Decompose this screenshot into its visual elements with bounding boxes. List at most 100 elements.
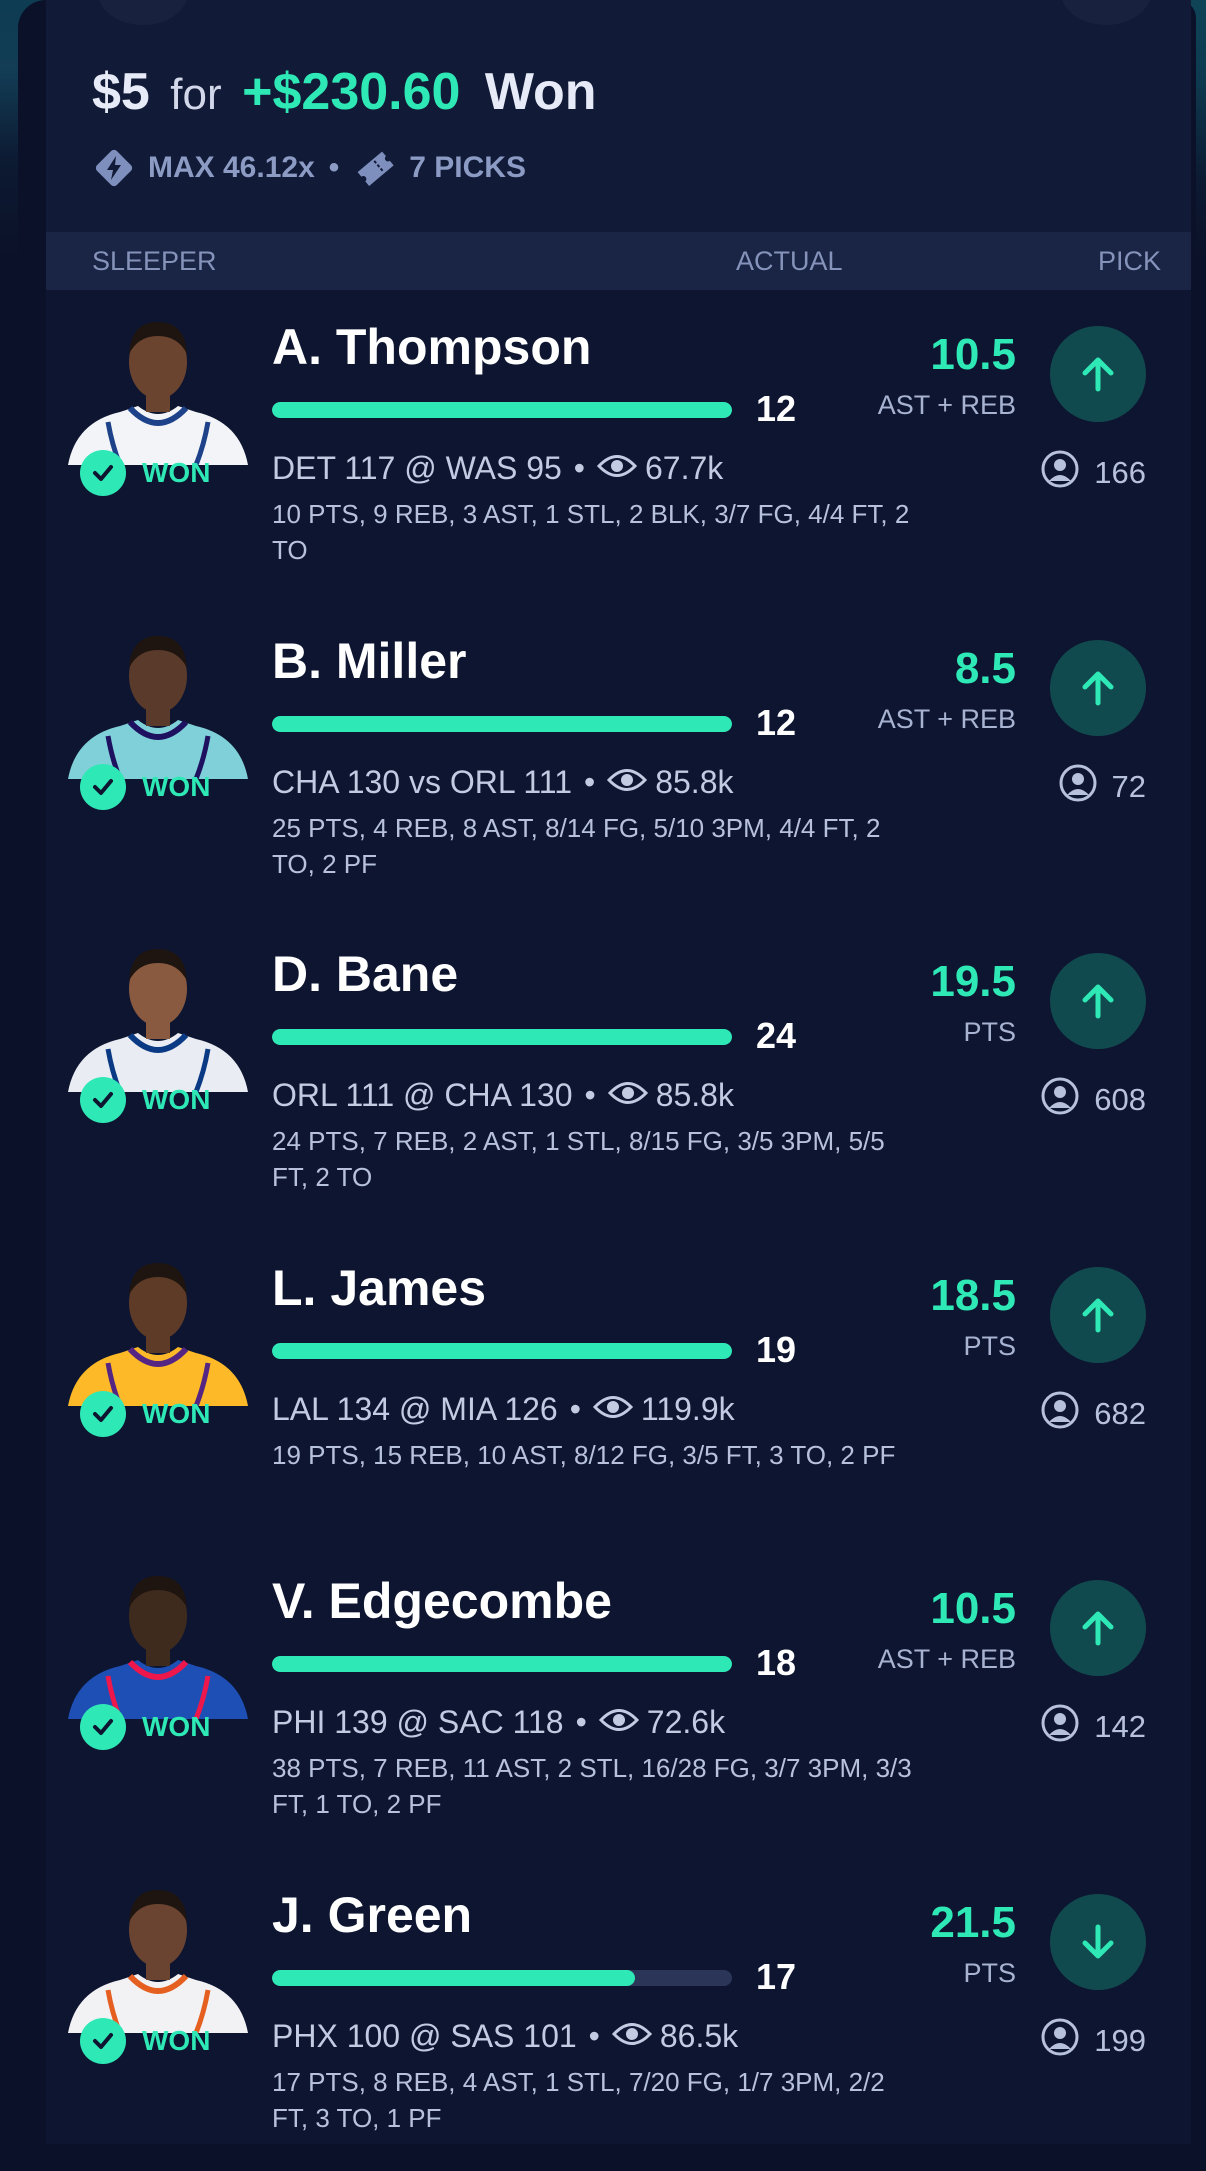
entry-summary-header: $5 for +$230.60 Won MAX 46.12x • 7 PICKS <box>46 0 1191 232</box>
check-icon <box>80 450 126 496</box>
view-count: 86.5k <box>659 2017 739 2054</box>
result-badge: WON <box>80 1075 210 1125</box>
stake-amount: $5 <box>92 63 150 121</box>
progress-bar <box>272 1969 732 1986</box>
separator-dot: • <box>573 450 585 486</box>
actual-value: 18 <box>756 1642 797 1683</box>
separator-dot: • <box>584 763 596 800</box>
box-score: 19 PTS, 15 REB, 10 AST, 8/12 FG, 3/5 FT,… <box>272 1439 896 1470</box>
pickers-count: 682 <box>1040 1389 1146 1439</box>
separator-dot: • <box>569 1390 581 1427</box>
pickers-value: 608 <box>1094 1082 1146 1117</box>
player-name[interactable]: L. James <box>272 1259 486 1317</box>
eye-icon <box>598 1704 639 1741</box>
pick-row[interactable]: WON B. Miller 12 8.5 AST + REB CHA 130 vs ORL… <box>46 604 1191 917</box>
result-badge: WON <box>80 1389 210 1439</box>
player-photo <box>68 1251 248 1407</box>
pickers-value: 72 <box>1111 768 1146 804</box>
game-info: PHX 100 @ SAS 101 • 86.5k <box>272 2018 738 2055</box>
user-icon <box>1040 1076 1094 1124</box>
column-header: SLEEPER ACTUAL PICK <box>46 232 1191 290</box>
player-name[interactable]: A. Thompson <box>272 318 591 376</box>
pick-row[interactable]: WON J. Green 17 21.5 PTS PHX 100 @ SAS 101 • 86… <box>46 1858 1191 2171</box>
arrow-up-icon[interactable] <box>1050 1266 1146 1363</box>
game-score: LAL 134 @ MIA 126 <box>272 1390 558 1427</box>
eye-icon <box>607 1077 648 1114</box>
separator-dot: • <box>575 1704 587 1740</box>
ticket-icon <box>357 151 394 186</box>
arrow-up-icon[interactable] <box>1050 326 1146 422</box>
eye-icon <box>611 2018 652 2055</box>
game-info: DET 117 @ WAS 95 • 67.7k <box>272 450 723 487</box>
player-name[interactable]: J. Green <box>272 1886 472 1944</box>
stat-type: PTS <box>963 1017 1016 1047</box>
pickers-count: 608 <box>1040 1075 1146 1125</box>
result-label: WON <box>142 770 211 802</box>
progress-bar <box>272 715 732 732</box>
stat-type: PTS <box>963 1957 1016 1988</box>
progress-fill <box>272 1029 732 1045</box>
stat-type: AST + REB <box>877 390 1016 420</box>
game-score: ORL 111 @ CHA 130 <box>272 1077 573 1113</box>
player-name[interactable]: B. Miller <box>272 632 466 690</box>
for-word: for <box>170 70 222 119</box>
eye-icon <box>607 764 648 801</box>
background-edge-left <box>0 0 46 2144</box>
progress-bar <box>272 1029 732 1045</box>
game-score: PHX 100 @ SAS 101 <box>272 2017 577 2054</box>
arrow-up-icon[interactable] <box>1050 1580 1146 1676</box>
pick-line: 8.5 <box>954 643 1016 693</box>
player-photo <box>68 1564 248 1720</box>
eye-icon <box>596 450 638 487</box>
pick-row[interactable]: WON V. Edgecombe 18 10.5 AST + REB PHI 139 @ … <box>46 1544 1191 1857</box>
check-icon <box>80 1390 126 1437</box>
box-score: 10 PTS, 9 REB, 3 AST, 1 STL, 2 BLK, 3/7 … <box>272 499 910 565</box>
result-badge: WON <box>80 448 210 498</box>
check-icon <box>80 1704 126 1750</box>
view-count: 85.8k <box>655 763 734 800</box>
winnings-amount: +$230.60 <box>242 63 461 121</box>
player-name[interactable]: D. Bane <box>272 945 458 1003</box>
player-name[interactable]: V. Edgecombe <box>272 1572 612 1630</box>
pickers-value: 166 <box>1094 455 1146 490</box>
pickers-count: 142 <box>1040 1702 1146 1752</box>
arrow-up-icon[interactable] <box>1050 953 1146 1049</box>
pick-row[interactable]: WON A. Thompson 12 10.5 AST + REB DET 117 @ W… <box>46 290 1191 603</box>
arrow-down-icon[interactable] <box>1050 1893 1146 1990</box>
view-count: 119.9k <box>640 1390 735 1427</box>
pick-row[interactable]: WON L. James 19 18.5 PTS LAL 134 @ MIA 126 • 11… <box>46 1231 1191 1544</box>
separator-dot: • <box>584 1077 596 1113</box>
back-button[interactable] <box>98 0 188 25</box>
user-icon <box>1040 1390 1094 1438</box>
pick-line: 10.5 <box>930 1584 1016 1633</box>
arrow-up-icon[interactable] <box>1050 639 1146 736</box>
result-badge: WON <box>80 762 210 812</box>
player-photo <box>68 624 248 780</box>
entry-status: Won <box>484 63 597 121</box>
check-icon <box>80 2017 126 2064</box>
check-icon <box>80 1077 126 1123</box>
progress-bar <box>272 402 732 418</box>
view-count: 72.6k <box>646 1704 726 1740</box>
result-label: WON <box>142 2024 211 2056</box>
pick-line: 18.5 <box>930 1270 1016 1320</box>
game-score: DET 117 @ WAS 95 <box>272 450 562 486</box>
box-score: 38 PTS, 7 REB, 11 AST, 2 STL, 16/28 FG, … <box>272 1753 912 1819</box>
box-score: 24 PTS, 7 REB, 2 AST, 1 STL, 8/15 FG, 3/… <box>272 1126 885 1192</box>
multiplier-bolt-icon <box>95 149 133 187</box>
column-sleeper: SLEEPER <box>92 246 217 276</box>
game-info: PHI 139 @ SAC 118 • 72.6k <box>272 1704 725 1741</box>
pick-line: 10.5 <box>930 330 1016 379</box>
actual-value: 17 <box>756 1955 797 1997</box>
separator-dot: • <box>328 151 340 184</box>
actual-value: 19 <box>756 1328 797 1370</box>
separator-dot: • <box>588 2017 600 2054</box>
game-score: PHI 139 @ SAC 118 <box>272 1704 564 1740</box>
entry-summary: $5 for +$230.60 Won <box>92 62 597 122</box>
pickers-value: 142 <box>1094 1709 1146 1744</box>
result-label: WON <box>142 457 211 488</box>
pick-row[interactable]: WON D. Bane 24 19.5 PTS ORL 111 @ CHA 130 • 85.… <box>46 917 1191 1230</box>
share-button[interactable] <box>1061 0 1151 25</box>
progress-fill <box>272 1342 732 1359</box>
result-label: WON <box>142 1084 211 1115</box>
